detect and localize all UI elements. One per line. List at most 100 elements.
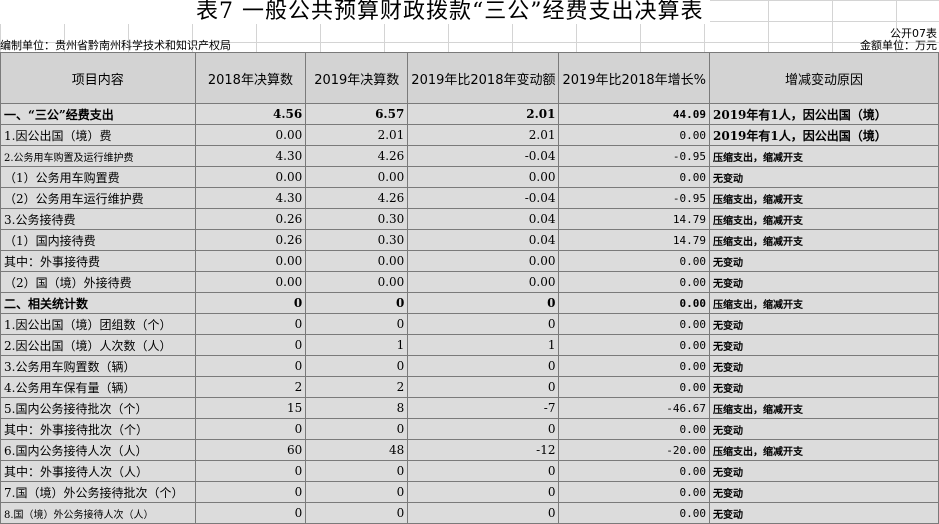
change-reason: 压缩支出，缩减开支: [709, 439, 939, 461]
table-row: 2.因公出国（境）人次数（人） 0 1 1 0.00 无变动: [0, 334, 939, 356]
value-2018: 0.26: [194, 208, 307, 230]
value-change: -0.04: [407, 187, 560, 209]
change-reason: 无变动: [709, 250, 939, 272]
value-growth: 0.00: [558, 481, 710, 503]
header-reason: 增减变动原因: [709, 52, 939, 104]
table-row: （2）国（境）外接待费 0.00 0.00 0.00 0.00 无变动: [0, 271, 939, 293]
value-growth: 0.00: [558, 460, 710, 482]
change-reason: 无变动: [709, 166, 939, 188]
table-row: （1）国内接待费 0.26 0.30 0.04 14.79 压缩支出，缩减开支: [0, 229, 939, 251]
table-row: 其中：外事接待批次（个） 0 0 0 0.00 无变动: [0, 418, 939, 440]
header-item: 项目内容: [0, 52, 196, 104]
header-2018: 2018年决算数: [194, 52, 307, 104]
value-growth: 0.00: [558, 502, 710, 524]
header-change: 2019年比2018年变动额: [407, 52, 560, 104]
value-2018: 0.00: [194, 250, 307, 272]
value-change: 0.04: [407, 208, 560, 230]
value-2019: 2.01: [305, 124, 409, 146]
value-2018: 0.00: [194, 166, 307, 188]
value-change: 2.01: [407, 124, 560, 146]
value-2019: 0: [305, 313, 409, 335]
value-2019: 2: [305, 376, 409, 398]
value-2018: 0: [194, 313, 307, 335]
budget-table: 项目内容 2018年决算数 2019年决算数 2019年比2018年变动额 20…: [0, 52, 939, 524]
header-row: 项目内容 2018年决算数 2019年决算数 2019年比2018年变动额 20…: [0, 52, 939, 104]
row-name: 4.公务用车保有量（辆）: [0, 376, 196, 398]
value-change: 0: [407, 355, 560, 377]
change-reason: 无变动: [709, 355, 939, 377]
value-growth: -0.95: [558, 187, 710, 209]
value-2018: 0: [194, 355, 307, 377]
value-change: 1: [407, 334, 560, 356]
value-growth: 0.00: [558, 313, 710, 335]
change-reason: 压缩支出，缩减开支: [709, 208, 939, 230]
value-growth: 0.00: [558, 166, 710, 188]
change-reason: 无变动: [709, 313, 939, 335]
value-2018: 0: [194, 292, 307, 314]
value-2019: 0: [305, 355, 409, 377]
change-reason: 压缩支出，缩减开支: [709, 187, 939, 209]
table-row: 3.公务用车购置数（辆） 0 0 0 0.00 无变动: [0, 355, 939, 377]
value-2018: 0: [194, 460, 307, 482]
value-2018: 0.00: [194, 124, 307, 146]
value-change: 0.00: [407, 250, 560, 272]
row-name: 5.国内公务接待批次（个）: [0, 397, 196, 419]
value-2019: 48: [305, 439, 409, 461]
value-change: 0: [407, 502, 560, 524]
row-name: （2）公务用车运行维护费: [0, 187, 196, 209]
table-row: 二、相关统计数 0 0 0 0.00 压缩支出，缩减开支: [0, 292, 939, 314]
value-change: -7: [407, 397, 560, 419]
change-reason: 无变动: [709, 334, 939, 356]
value-change: 0: [407, 460, 560, 482]
change-reason: 无变动: [709, 271, 939, 293]
value-2018: 0: [194, 418, 307, 440]
value-2019: 0.00: [305, 271, 409, 293]
value-growth: 0.00: [558, 418, 710, 440]
table-title: 表7 一般公共预算财政拨款“三公”经费支出决算表: [196, 0, 710, 24]
table-row: （2）公务用车运行维护费 4.30 4.26 -0.04 -0.95 压缩支出，缩减开支: [0, 187, 939, 209]
value-2019: 0.30: [305, 229, 409, 251]
row-name: 1.因公出国（境）费: [0, 124, 196, 146]
row-name: 其中：外事接待批次（个）: [0, 418, 196, 440]
row-name: 7.国（境）外公务接待批次（个）: [0, 481, 196, 503]
unit-label: 金额单位：万元: [860, 39, 937, 52]
table-row: 1.因公出国（境）费 0.00 2.01 2.01 0.00 2019年有1人，因公出国（…: [0, 124, 939, 146]
value-growth: -0.95: [558, 145, 710, 167]
row-name: （1）国内接待费: [0, 229, 196, 251]
value-2019: 4.26: [305, 145, 409, 167]
table-row: 7.国（境）外公务接待批次（个） 0 0 0 0.00 无变动: [0, 481, 939, 503]
row-name: 2.公务用车购置及运行维护费: [0, 145, 196, 167]
value-2019: 0: [305, 502, 409, 524]
value-2018: 4.30: [194, 187, 307, 209]
table-row: 4.公务用车保有量（辆） 2 2 0 0.00 无变动: [0, 376, 939, 398]
value-2018: 15: [194, 397, 307, 419]
value-change: 0.04: [407, 229, 560, 251]
table-row: 一、“三公”经费支出 4.56 6.57 2.01 44.09 2019年有1人，因公出国…: [0, 103, 939, 125]
table-row: 8.国（境）外公务接待人次（人） 0 0 0 0.00 无变动: [0, 502, 939, 524]
value-change: 0.00: [407, 271, 560, 293]
value-2018: 0: [194, 502, 307, 524]
value-change: -0.04: [407, 145, 560, 167]
table-row: 2.公务用车购置及运行维护费 4.30 4.26 -0.04 -0.95 压缩支出，缩减开…: [0, 145, 939, 167]
value-2018: 60: [194, 439, 307, 461]
value-growth: 0.00: [558, 334, 710, 356]
value-2019: 6.57: [305, 103, 409, 125]
value-2019: 0: [305, 460, 409, 482]
value-2018: 0.26: [194, 229, 307, 251]
row-name: （1）公务用车购置费: [0, 166, 196, 188]
value-2018: 4.56: [194, 103, 307, 125]
row-name: （2）国（境）外接待费: [0, 271, 196, 293]
value-growth: 0.00: [558, 292, 710, 314]
value-2018: 4.30: [194, 145, 307, 167]
change-reason: 压缩支出，缩减开支: [709, 292, 939, 314]
value-growth: 0.00: [558, 271, 710, 293]
value-change: 0: [407, 376, 560, 398]
value-2019: 8: [305, 397, 409, 419]
row-name: 8.国（境）外公务接待人次（人）: [0, 502, 196, 524]
value-growth: -20.00: [558, 439, 710, 461]
change-reason: 无变动: [709, 460, 939, 482]
value-change: 2.01: [407, 103, 560, 125]
value-growth: 14.79: [558, 208, 710, 230]
value-2019: 1: [305, 334, 409, 356]
row-name: 其中：外事接待费: [0, 250, 196, 272]
